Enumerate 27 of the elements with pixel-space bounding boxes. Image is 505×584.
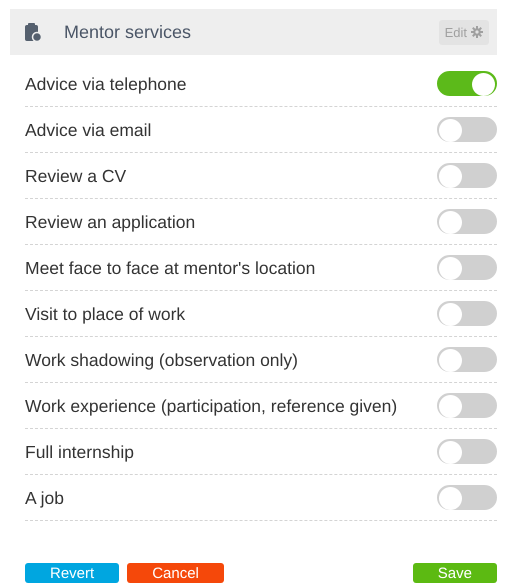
revert-button[interactable]: Revert bbox=[25, 563, 120, 583]
toggle-switch[interactable] bbox=[437, 71, 497, 96]
toggle-switch[interactable] bbox=[437, 301, 497, 326]
service-label: Full internship bbox=[25, 441, 134, 464]
toggle-switch[interactable] bbox=[437, 117, 497, 142]
toggle-switch[interactable] bbox=[437, 485, 497, 510]
gear-icon bbox=[471, 26, 483, 38]
service-label: Advice via telephone bbox=[25, 73, 186, 96]
save-button[interactable]: Save bbox=[412, 563, 497, 583]
toggle-switch[interactable] bbox=[437, 209, 497, 234]
panel-title: Mentor services bbox=[64, 22, 192, 42]
service-label: Review an application bbox=[25, 211, 196, 234]
toggle-switch[interactable] bbox=[437, 255, 497, 280]
toggle-switch[interactable] bbox=[437, 163, 497, 188]
service-label: Work shadowing (observation only) bbox=[25, 349, 298, 372]
clipboard-icon bbox=[24, 22, 42, 42]
service-label: Meet face to face at mentor's location bbox=[25, 257, 316, 280]
toggle-switch[interactable] bbox=[437, 393, 497, 418]
service-label: Work experience (participation, reference given) bbox=[25, 395, 398, 418]
toggle-switch[interactable] bbox=[437, 347, 497, 372]
service-label: Review a CV bbox=[25, 165, 126, 188]
toggle-switch[interactable] bbox=[437, 439, 497, 464]
service-label: A job bbox=[25, 487, 64, 510]
service-label: Advice via email bbox=[25, 119, 152, 142]
cancel-button[interactable]: Cancel bbox=[127, 563, 224, 583]
edit-button[interactable]: Edit bbox=[438, 20, 489, 44]
service-label: Visit to place of work bbox=[25, 303, 186, 326]
